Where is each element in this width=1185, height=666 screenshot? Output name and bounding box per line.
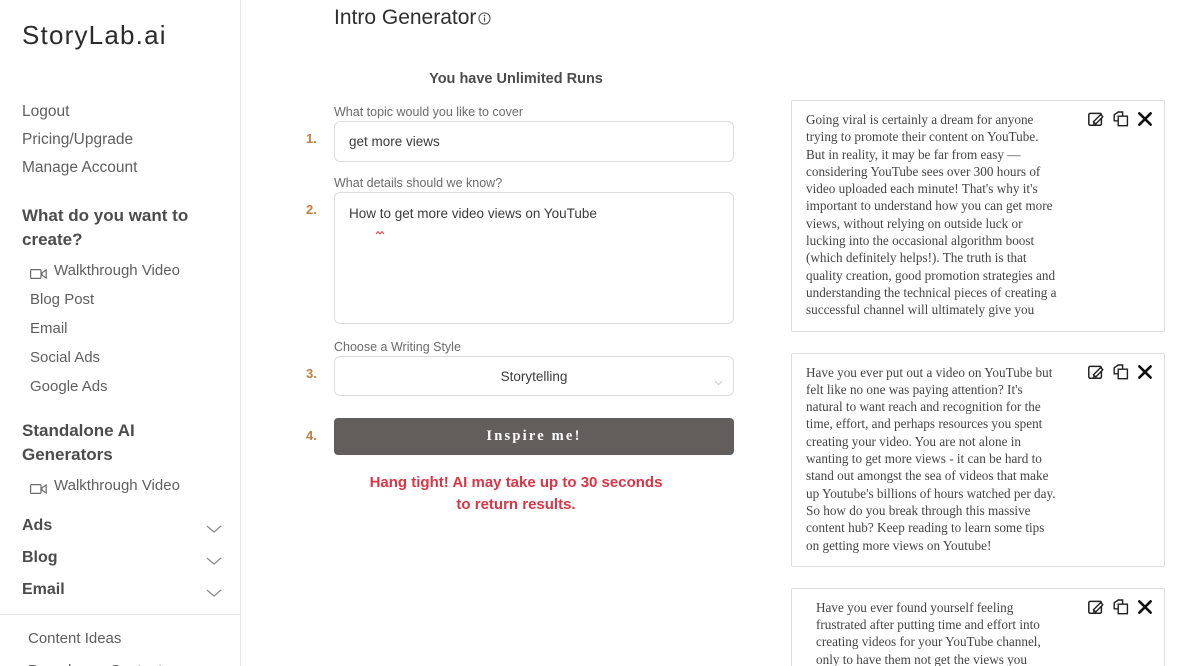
create-section-heading: What do you want to create? xyxy=(22,206,189,249)
edit-pencil-icon[interactable] xyxy=(1088,111,1104,127)
sidebar-item-social-ads[interactable]: Social Ads xyxy=(0,343,241,372)
page-title-text: Intro Generator xyxy=(334,6,477,29)
sidebar-accordion-blog[interactable]: Blog xyxy=(0,542,241,574)
step-number-3: 3. xyxy=(306,366,317,381)
generator-form: What topic would you like to cover 1. ge… xyxy=(241,104,791,516)
topic-field-row: 1. get more views xyxy=(241,121,791,162)
close-x-icon[interactable] xyxy=(1138,364,1152,379)
sidebar-accordion-ads[interactable]: Ads xyxy=(0,510,241,542)
chevron-down-icon xyxy=(205,585,223,597)
sidebar-item-content-ideas[interactable]: Content Ideas xyxy=(0,623,241,655)
sidebar-item-standalone-walkthrough-video[interactable]: Walkthrough Video xyxy=(0,471,241,500)
sidebar-item-label: Walkthrough Video xyxy=(54,477,180,494)
topic-input-value: get more views xyxy=(349,134,440,149)
topic-field-label: What topic would you like to cover xyxy=(334,105,523,119)
card-actions xyxy=(1088,599,1152,615)
accordion-label: Blog xyxy=(22,549,58,566)
topic-input[interactable]: get more views xyxy=(334,121,734,162)
sidebar-item-blog-post[interactable]: Blog Post xyxy=(0,285,241,314)
sidebar-item-label: Email xyxy=(30,320,68,337)
sidebar-item-pricing-upgrade[interactable]: Pricing/Upgrade xyxy=(0,126,241,154)
sidebar-item-logout[interactable]: Logout xyxy=(0,98,241,126)
details-textarea-value: How to get more video views on YouTube xyxy=(349,206,597,221)
accordion-label: Email xyxy=(22,581,65,598)
accordion-label: Ads xyxy=(22,517,53,534)
copy-icon[interactable] xyxy=(1113,363,1129,380)
details-textarea[interactable]: How to get more video views on YouTube xyxy=(334,192,734,324)
style-field-label: Choose a Writing Style xyxy=(334,340,461,354)
app-root: StoryLab.ai Logout Pricing/Upgrade Manag… xyxy=(0,0,1185,666)
sidebar-item-email[interactable]: Email xyxy=(0,314,241,343)
sidebar-item-google-ads[interactable]: Google Ads xyxy=(0,372,241,401)
sidebar-item-label: Blog Post xyxy=(30,291,95,308)
sidebar-item-paraphrase-content[interactable]: Paraphrase Content xyxy=(0,655,241,666)
details-field-row: 2. How to get more video views on YouTub… xyxy=(241,192,791,324)
copy-icon[interactable] xyxy=(1113,599,1129,615)
inspire-me-button[interactable]: Inspire me! xyxy=(334,418,734,455)
result-card-text: Have you ever put out a video on YouTube… xyxy=(806,364,1056,553)
card-actions xyxy=(1088,111,1152,127)
step-number-1: 1. xyxy=(306,131,317,146)
step-number-2: 2. xyxy=(306,202,317,217)
details-field-label: What details should we know? xyxy=(334,176,503,190)
chevron-down-icon xyxy=(714,374,723,386)
sidebar-item-label: Walkthrough Video xyxy=(54,262,180,279)
edit-pencil-icon[interactable] xyxy=(1088,599,1104,615)
chevron-down-icon xyxy=(205,553,223,565)
video-camera-icon xyxy=(30,480,47,494)
sidebar-divider xyxy=(0,614,241,615)
edit-pencil-icon[interactable] xyxy=(1088,364,1104,380)
sidebar-nav: Logout Pricing/Upgrade Manage Account Wh… xyxy=(0,98,241,666)
processing-warning-line-2: to return results. xyxy=(456,496,576,513)
spellcheck-squiggle-icon xyxy=(375,221,391,235)
result-card-text: Going viral is certainly a dream for any… xyxy=(806,112,1057,318)
result-card: Have you ever found yourself feeling fru… xyxy=(791,587,1165,666)
sidebar-item-label: Social Ads xyxy=(30,349,101,366)
video-camera-icon xyxy=(30,265,47,279)
sidebar-item-walkthrough-video[interactable]: Walkthrough Video xyxy=(0,256,241,285)
sidebar-item-label: Google Ads xyxy=(30,378,108,395)
result-card: Going viral is certainly a dream for any… xyxy=(791,100,1165,332)
close-x-icon[interactable] xyxy=(1138,112,1152,126)
runs-status: You have Unlimited Runs xyxy=(429,71,603,87)
close-x-icon[interactable] xyxy=(1138,599,1152,614)
chevron-down-icon xyxy=(205,521,223,533)
processing-warning-line-1: Hang tight! AI may take up to 30 seconds xyxy=(369,474,663,491)
card-actions xyxy=(1088,363,1152,380)
sidebar: StoryLab.ai Logout Pricing/Upgrade Manag… xyxy=(0,0,241,666)
writing-style-value: Storytelling xyxy=(500,368,568,384)
result-card: Have you ever put out a video on YouTube… xyxy=(791,352,1165,567)
submit-row: 4. Inspire me! xyxy=(241,418,791,455)
page-title: Intro Generator xyxy=(334,6,492,30)
sidebar-item-manage-account[interactable]: Manage Account xyxy=(0,154,241,182)
brand-logo[interactable]: StoryLab.ai xyxy=(22,20,167,51)
results-panel: Going viral is certainly a dream for any… xyxy=(791,0,1165,666)
standalone-section-heading: Standalone AI Generators xyxy=(22,421,135,464)
sidebar-accordion-email[interactable]: Email xyxy=(0,574,241,606)
processing-warning: Hang tight! AI may take up to 30 seconds… xyxy=(241,472,791,516)
writing-style-select[interactable]: Storytelling xyxy=(334,356,734,396)
main-content: Intro Generator You have Unlimited Runs … xyxy=(241,0,791,666)
style-field-row: 3. Storytelling xyxy=(241,356,791,396)
info-circle-icon[interactable] xyxy=(478,7,492,25)
copy-icon[interactable] xyxy=(1113,111,1129,127)
step-number-4: 4. xyxy=(306,428,317,443)
